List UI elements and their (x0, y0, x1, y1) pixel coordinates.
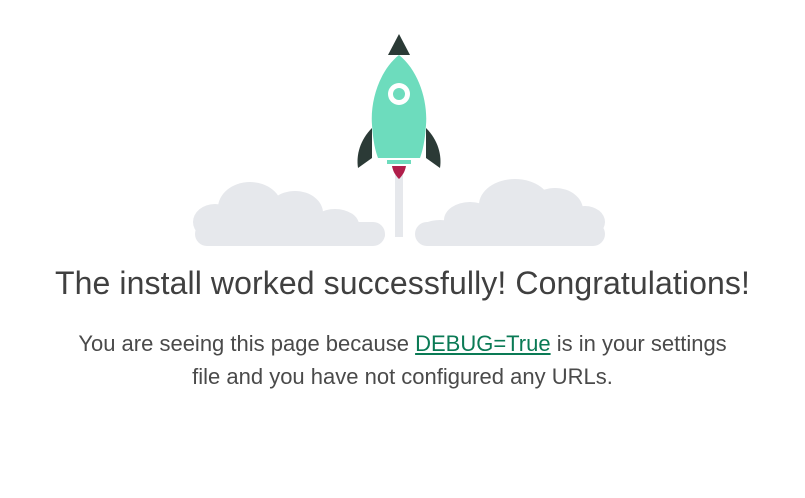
exhaust-trail (395, 175, 403, 237)
rocket-illustration (193, 34, 605, 246)
welcome-page: The install worked successfully! Congrat… (0, 0, 805, 498)
rocket-icon (357, 34, 441, 179)
debug-link[interactable]: DEBUG=True (415, 331, 551, 356)
message-prefix: You are seeing this page because (78, 331, 416, 356)
debug-message: You are seeing this page because DEBUG=T… (70, 327, 735, 393)
page-title: The install worked successfully! Congrat… (55, 265, 750, 301)
